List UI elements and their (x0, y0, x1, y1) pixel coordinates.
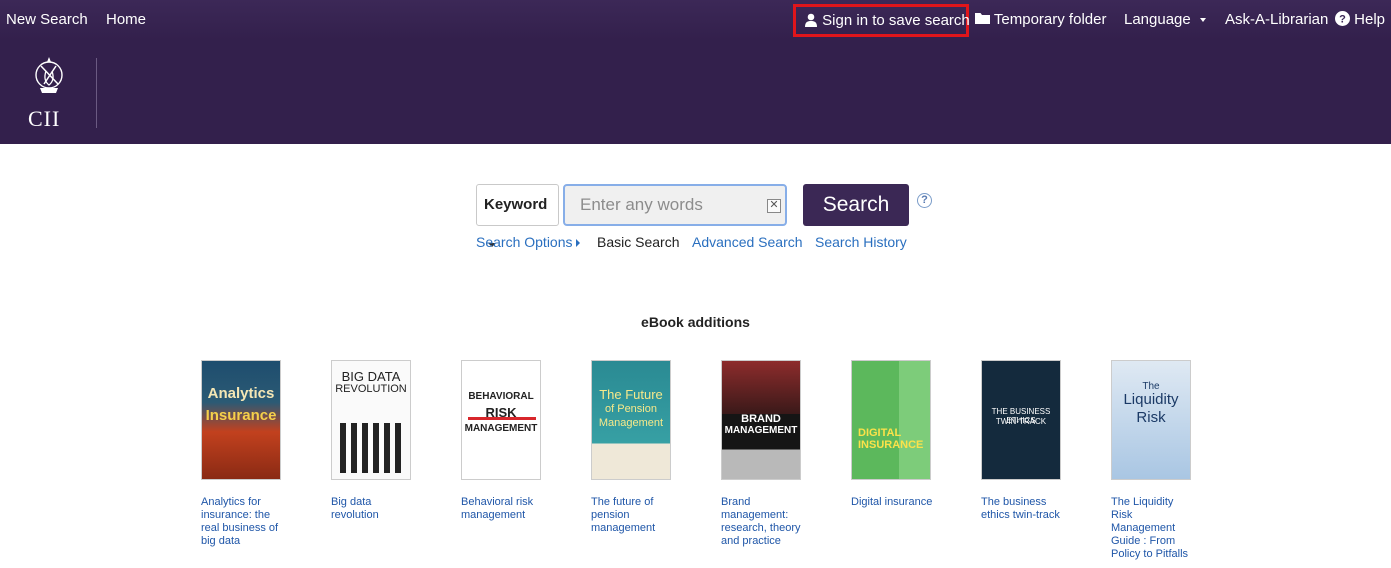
cover-stripe (468, 417, 536, 420)
ebook-item[interactable]: DIGITAL INSURANCE Digital insurance (851, 360, 936, 509)
user-icon (805, 13, 817, 27)
book-cover: BIG DATA REVOLUTION (331, 360, 411, 480)
cover-title-line: Liquidity (1123, 391, 1179, 408)
nav-ask-a-librarian[interactable]: Ask-A-Librarian (1225, 0, 1328, 40)
book-title-link[interactable]: Analytics for insurance: the real busine… (201, 496, 283, 548)
book-cover: BEHAVIORAL RISK MANAGEMENT (461, 360, 541, 480)
cover-title-line: TWIN-TRACK (995, 417, 1047, 426)
cover-title-line: The Future (599, 387, 663, 402)
help-icon: ? (1335, 11, 1350, 27)
book-title-link[interactable]: Behavioral risk management (461, 496, 543, 522)
book-title-link[interactable]: Digital insurance (851, 496, 933, 509)
search-options-link[interactable]: Search Options (476, 234, 580, 250)
cii-logo[interactable]: CII (0, 44, 97, 131)
cover-title-line: REVOLUTION (335, 383, 407, 395)
cover-title-line: BIG DATA (341, 369, 401, 384)
nav-language-dropdown[interactable]: Language (1124, 0, 1206, 40)
language-label: Language (1124, 11, 1191, 28)
cover-illustration (340, 423, 404, 473)
cover-title-line: BRAND (741, 413, 781, 425)
nav-new-search[interactable]: New Search (6, 0, 88, 40)
nav-temporary-folder[interactable]: Temporary folder (975, 0, 1106, 40)
folder-icon (975, 13, 990, 25)
book-cover: The Future of Pension Management (591, 360, 671, 480)
ebook-item[interactable]: The Liquidity Risk The Liquidity Risk Ma… (1111, 360, 1196, 561)
ebook-item[interactable]: Analytics Insurance Analytics for insura… (201, 360, 286, 548)
book-title-link[interactable]: The Liquidity Risk Management Guide : Fr… (1111, 496, 1193, 561)
book-title-link[interactable]: The future of pension management (591, 496, 673, 535)
book-cover: The Liquidity Risk (1111, 360, 1191, 480)
ebook-item[interactable]: BIG DATA REVOLUTION Big data revolution (331, 360, 416, 522)
cover-title-line: INSURANCE (858, 439, 924, 451)
cover-title-line: Analytics (207, 385, 275, 402)
cover-title-line: DIGITAL (858, 427, 902, 439)
book-cover: DIGITAL INSURANCE (851, 360, 931, 480)
sign-in-label: Sign in to save search (822, 12, 970, 29)
ebook-item[interactable]: THE BUSINESS ETHICS TWIN-TRACK The busin… (981, 360, 1066, 522)
basic-search-label: Basic Search (597, 234, 680, 250)
search-input[interactable] (565, 186, 755, 224)
cover-title-line: Insurance (205, 407, 277, 424)
book-cover: BRAND MANAGEMENT (721, 360, 801, 480)
svg-text:?: ? (1339, 14, 1346, 26)
book-title-link[interactable]: The business ethics twin-track (981, 496, 1063, 522)
search-help-icon[interactable]: ? (917, 193, 932, 208)
search-input-wrapper: ✕ (563, 184, 787, 226)
ebook-item[interactable]: The Future of Pension Management The fut… (591, 360, 676, 535)
logo-text: CII (28, 106, 61, 131)
ebook-item[interactable]: BEHAVIORAL RISK MANAGEMENT Behavioral ri… (461, 360, 546, 522)
cover-title-line: of Pension (605, 403, 657, 415)
search-button[interactable]: Search (803, 184, 909, 226)
book-title-link[interactable]: Big data revolution (331, 496, 413, 522)
cover-title-line: Risk (1136, 409, 1166, 426)
chevron-down-icon (1199, 18, 1206, 23)
cover-title-line: MANAGEMENT (724, 425, 798, 436)
book-title-link[interactable]: Brand management: research, theory and p… (721, 496, 803, 548)
header-banner (0, 40, 1391, 144)
cover-title-line: BEHAVIORAL (468, 391, 534, 402)
top-nav-bar: New Search Home Sign in to save search T… (0, 0, 1391, 40)
logo-divider (96, 58, 97, 128)
search-type-value: Keyword (484, 196, 548, 213)
search-options-label: Search Options (476, 234, 573, 250)
caret-right-icon (575, 239, 580, 248)
cover-title-line: MANAGEMENT (464, 423, 538, 434)
nav-help[interactable]: ? Help (1335, 0, 1385, 40)
advanced-search-link[interactable]: Advanced Search (692, 234, 803, 250)
search-history-link[interactable]: Search History (815, 234, 907, 250)
ebook-additions-heading: eBook additions (641, 314, 750, 330)
help-label: Help (1354, 11, 1386, 28)
book-cover: THE BUSINESS ETHICS TWIN-TRACK (981, 360, 1061, 480)
clear-icon[interactable]: ✕ (767, 199, 781, 213)
nav-home[interactable]: Home (106, 0, 146, 40)
cover-title-line: Management (598, 417, 664, 429)
sign-in-to-save-search-button[interactable]: Sign in to save search (793, 4, 970, 37)
temporary-folder-label: Temporary folder (993, 11, 1107, 28)
ebook-item[interactable]: BRAND MANAGEMENT Brand management: resea… (721, 360, 806, 548)
search-type-select[interactable]: Keyword (476, 184, 559, 248)
book-cover: Analytics Insurance (201, 360, 281, 480)
